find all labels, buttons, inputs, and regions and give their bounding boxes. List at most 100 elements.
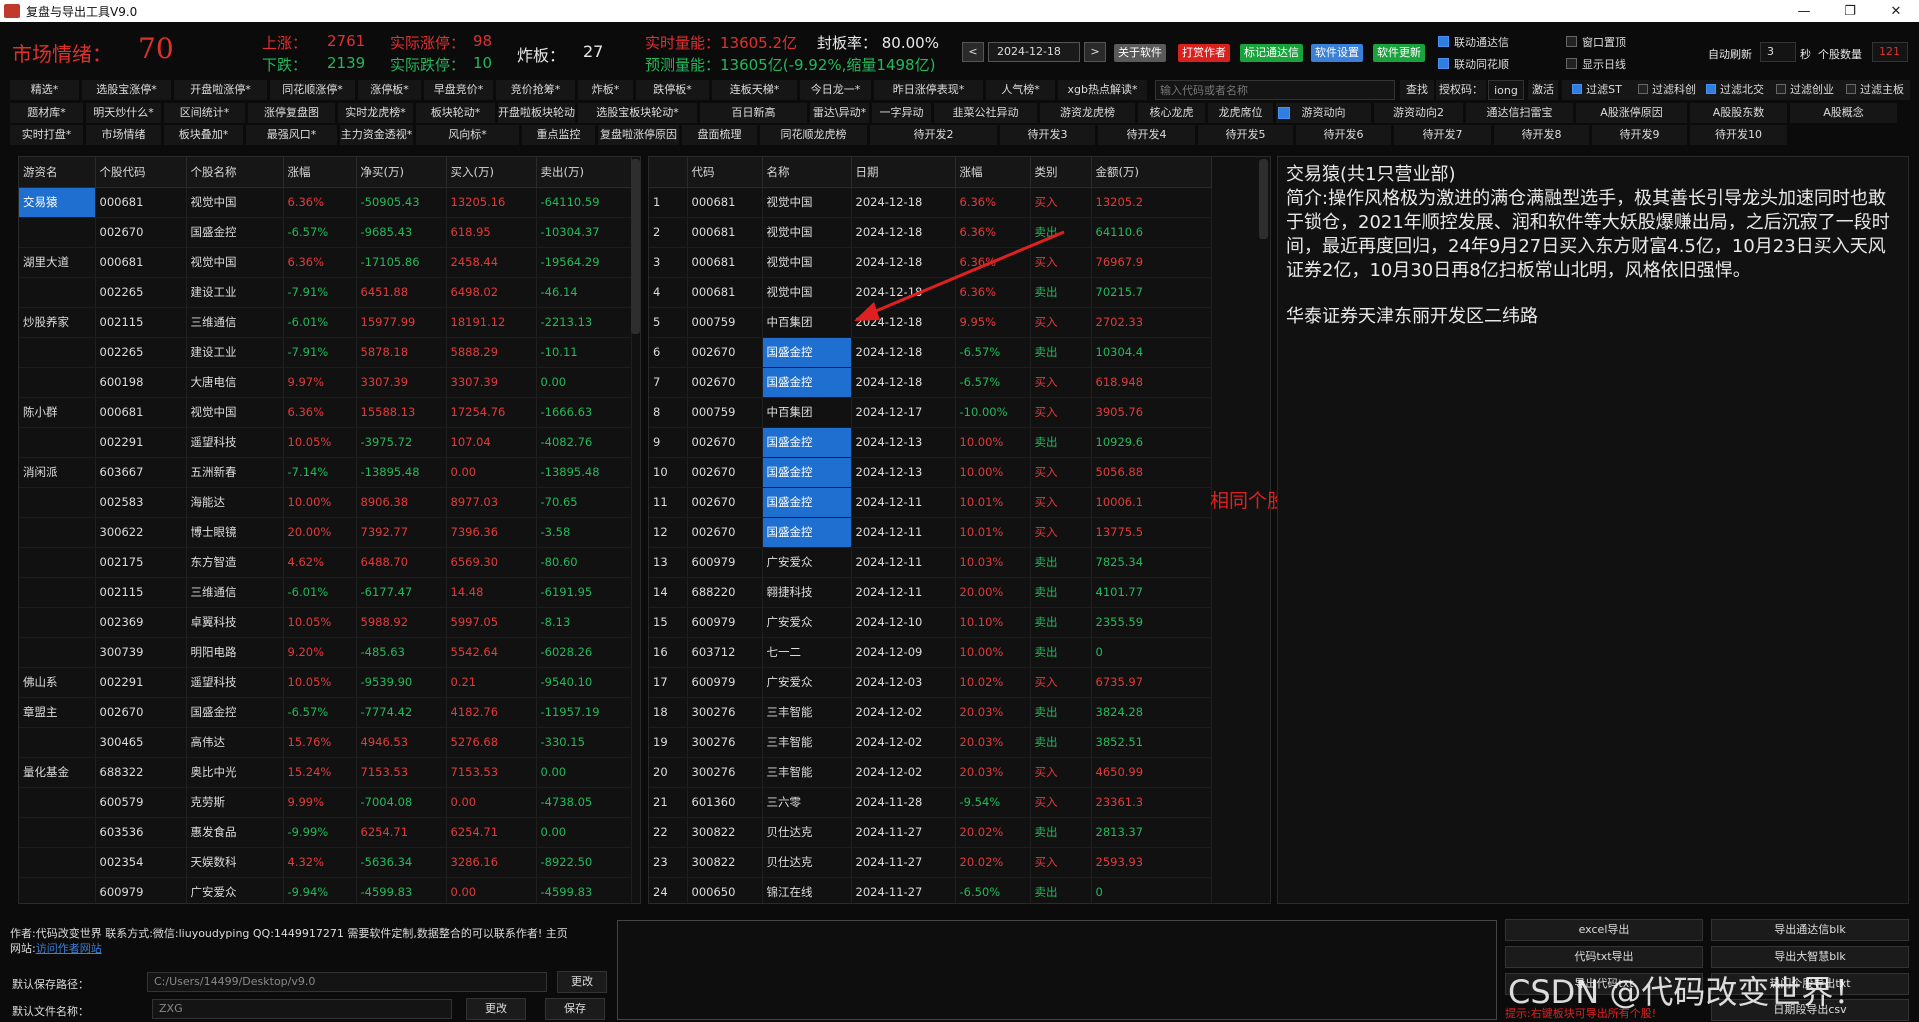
toolbar-row3-button-5[interactable]: 风向标* xyxy=(416,125,519,145)
column-header[interactable]: 类别 xyxy=(1030,157,1092,188)
column-header[interactable]: 涨幅 xyxy=(283,157,357,188)
table-row[interactable]: 15 600979 广安爱众 2024-12-10 10.10% 卖出 2355.59 xyxy=(649,607,1212,638)
toolbar-row1-button-7[interactable]: 炸板* xyxy=(578,80,633,100)
toolbar-row1-button-1[interactable]: 选股宝涨停* xyxy=(82,80,171,100)
vertical-scrollbar[interactable] xyxy=(631,159,640,334)
toolbar-row3-button-3[interactable]: 最强风口* xyxy=(246,125,337,145)
log-output-box[interactable] xyxy=(617,920,1497,1020)
minimize-button[interactable]: — xyxy=(1781,4,1827,19)
toolbar-row2-button-12[interactable]: 游资龙虎榜 xyxy=(1040,103,1135,123)
toolbar-row1-button-6[interactable]: 竞价抢筹* xyxy=(496,80,575,100)
toolbar-row1-button-0[interactable]: 精选* xyxy=(10,80,79,100)
toolbar-row2-button-10[interactable]: 一字异动 xyxy=(872,103,931,123)
table-row[interactable]: 002175 东方智造 4.62% 6488.70 6569.30 -80.60 xyxy=(19,547,632,578)
toolbar-row3-button-2[interactable]: 板块叠加* xyxy=(164,125,243,145)
table-row[interactable]: 002291 遥望科技 10.05% -3975.72 107.04 -4082.76 xyxy=(19,427,632,458)
table-row[interactable]: 002583 海能达 10.00% 8906.38 8977.03 -70.65 xyxy=(19,487,632,518)
toolbar-row2-button-2[interactable]: 区间统计* xyxy=(164,103,245,123)
table-row[interactable]: 600198 大唐电信 9.97% 3307.39 3307.39 0.00 xyxy=(19,367,632,398)
window-top-checkbox[interactable]: 窗口置顶 xyxy=(1566,34,1626,50)
change-name-button[interactable]: 更改 xyxy=(466,998,526,1020)
column-header[interactable]: 名称 xyxy=(762,157,852,188)
table-row[interactable]: 湖里大道 000681 视觉中国 6.36% -17105.86 2458.44 -1956… xyxy=(19,247,632,278)
table-row[interactable]: 22 300822 贝仕达克 2024-11-27 20.02% 卖出 2813.37 xyxy=(649,817,1212,848)
filter-checkbox-0[interactable]: 过滤ST xyxy=(1562,80,1632,100)
toolbar-row2-button-7[interactable]: 选股宝板块轮动* xyxy=(578,103,697,123)
about-button[interactable]: 关于软件 xyxy=(1114,44,1166,62)
toolbar-row2-button-8[interactable]: 百日新高 xyxy=(700,103,807,123)
link-ths-checkbox[interactable]: 联动同花顺 xyxy=(1438,56,1509,72)
auto-refresh-input[interactable]: 3 xyxy=(1760,42,1796,62)
toolbar-row2-button-3[interactable]: 涨停复盘图 xyxy=(248,103,335,123)
excel-export-button[interactable]: excel导出 xyxy=(1505,919,1703,941)
toolbar-row2-button-6[interactable]: 开盘啦板块轮动 xyxy=(498,103,575,123)
link-tdx-checkbox[interactable]: 联动通达信 xyxy=(1438,34,1509,50)
maximize-button[interactable]: ❐ xyxy=(1827,4,1873,19)
tdx-blk-export-button[interactable]: 导出通达信blk xyxy=(1711,919,1909,941)
table-row[interactable]: 8 000759 中百集团 2024-12-17 -10.00% 买入 3905.76 xyxy=(649,397,1212,428)
toolbar-row2-button-5[interactable]: 板块轮动* xyxy=(416,103,495,123)
toolbar-row1-button-10[interactable]: 今日龙一* xyxy=(800,80,871,100)
table-row[interactable]: 7 002670 国盛金控 2024-12-18 -6.57% 买入 618.948 xyxy=(649,367,1212,398)
table-row[interactable]: 陈小群 000681 视觉中国 6.36% 15588.13 17254.76 -1666.… xyxy=(19,397,632,428)
prev-date-button[interactable]: < xyxy=(962,42,984,62)
toolbar-row3-button-10[interactable]: 待开发2 xyxy=(870,125,997,145)
activate-button[interactable]: 激活 xyxy=(1528,80,1558,100)
table-row[interactable]: 12 002670 国盛金控 2024-12-11 10.01% 买入 13775.5 xyxy=(649,517,1212,548)
toolbar-row1-button-13[interactable]: xgb热点解读* xyxy=(1058,80,1147,100)
table-row[interactable]: 002369 卓翼科技 10.05% 5988.92 5997.05 -8.13 xyxy=(19,607,632,638)
toolbar-row1-button-8[interactable]: 跌停板* xyxy=(636,80,709,100)
toolbar-row2-button-11[interactable]: 韭菜公社异动 xyxy=(934,103,1037,123)
file-name-input[interactable]: ZXG xyxy=(152,999,452,1019)
table-row[interactable]: 章盟主 002670 国盛金控 -6.57% -7774.42 4182.76 -11957… xyxy=(19,697,632,728)
filter-checkbox-3[interactable]: 过滤创业 xyxy=(1770,80,1840,100)
toolbar-row1-button-12[interactable]: 人气榜* xyxy=(986,80,1055,100)
column-header[interactable]: 个股名称 xyxy=(186,157,284,188)
reward-button[interactable]: 打赏作者 xyxy=(1178,44,1230,62)
table-row[interactable]: 23 300822 贝仕达克 2024-11-27 20.02% 买入 2593.93 xyxy=(649,847,1212,878)
table-row[interactable]: 交易猿 000681 视觉中国 6.36% -50905.43 13205.16 -6411… xyxy=(19,187,632,218)
table-row[interactable]: 6 002670 国盛金控 2024-12-18 -6.57% 卖出 10304.4 xyxy=(649,337,1212,368)
table-row[interactable]: 002670 国盛金控 -6.57% -9685.43 618.95 -10304.37 xyxy=(19,217,632,248)
table-row[interactable]: 17 600979 广安爱众 2024-12-03 10.02% 买入 6735.97 xyxy=(649,667,1212,698)
column-header[interactable]: 净买(万) xyxy=(356,157,447,188)
column-header[interactable]: 买入(万) xyxy=(446,157,537,188)
toolbar-row3-button-0[interactable]: 实时打盘* xyxy=(10,125,83,145)
vertical-scrollbar[interactable] xyxy=(1259,159,1268,239)
column-header[interactable]: 涨幅 xyxy=(955,157,1031,188)
table-row[interactable]: 11 002670 国盛金控 2024-12-11 10.01% 买入 10006.1 xyxy=(649,487,1212,518)
toolbar-row3-button-9[interactable]: 同花顺龙虎榜 xyxy=(760,125,867,145)
table-row[interactable]: 21 601360 三六零 2024-11-28 -9.54% 买入 23361.3 xyxy=(649,787,1212,818)
toolbar-row3-button-15[interactable]: 待开发7 xyxy=(1394,125,1491,145)
show-daily-checkbox[interactable]: 显示日线 xyxy=(1566,56,1626,72)
toolbar-row2-button-4[interactable]: 实时龙虎榜* xyxy=(338,103,413,123)
toolbar-row3-button-1[interactable]: 市场情绪 xyxy=(86,125,161,145)
toolbar-row2-button-15[interactable]: 游资动向 xyxy=(1276,103,1371,123)
column-header[interactable]: 金额(万) xyxy=(1091,157,1212,188)
table-row[interactable]: 14 688220 翱捷科技 2024-12-11 20.00% 卖出 4101.77 xyxy=(649,577,1212,608)
table-row[interactable]: 10 002670 国盛金控 2024-12-13 10.00% 买入 5056.88 xyxy=(649,457,1212,488)
next-date-button[interactable]: > xyxy=(1084,42,1106,62)
auth-input[interactable]: iong xyxy=(1488,80,1524,100)
table-row[interactable]: 20 300276 三丰智能 2024-12-02 20.03% 买入 4650.99 xyxy=(649,757,1212,788)
filter-checkbox-4[interactable]: 过滤主板 xyxy=(1840,80,1910,100)
table-row[interactable]: 300465 高伟达 15.76% 4946.53 5276.68 -330.15 xyxy=(19,727,632,758)
table-row[interactable]: 16 603712 七一二 2024-12-09 10.00% 卖出 0 xyxy=(649,637,1212,668)
table-row[interactable]: 18 300276 三丰智能 2024-12-02 20.03% 卖出 3824.28 xyxy=(649,697,1212,728)
toolbar-row1-button-3[interactable]: 同花顺涨停* xyxy=(270,80,355,100)
toolbar-row2-button-9[interactable]: 雷达\异动* xyxy=(810,103,869,123)
toolbar-row3-button-11[interactable]: 待开发3 xyxy=(1000,125,1095,145)
search-input[interactable]: 输入代码或者名称 xyxy=(1155,80,1395,100)
table-row[interactable]: 炒股养家 002115 三维通信 -6.01% 15977.99 18191.12 -221… xyxy=(19,307,632,338)
author-site-link[interactable]: 访问作者网站 xyxy=(36,942,102,955)
column-header[interactable]: 卖出(万) xyxy=(536,157,632,188)
table-row[interactable]: 300622 博士眼镜 20.00% 7392.77 7396.36 -3.58 xyxy=(19,517,632,548)
table-row[interactable]: 13 600979 广安爱众 2024-12-11 10.03% 卖出 7825.34 xyxy=(649,547,1212,578)
table-row[interactable]: 9 002670 国盛金控 2024-12-13 10.00% 卖出 10929.6 xyxy=(649,427,1212,458)
toolbar-row3-button-14[interactable]: 待开发6 xyxy=(1296,125,1391,145)
youzi-dynamic-checkbox[interactable] xyxy=(1278,107,1290,119)
search-button[interactable]: 查找 xyxy=(1400,80,1434,100)
filter-checkbox-2[interactable]: 过滤北交 xyxy=(1700,80,1770,100)
toolbar-row2-button-17[interactable]: 通达信扫雷宝 xyxy=(1466,103,1573,123)
mark-tdx-button[interactable]: 标记通达信 xyxy=(1240,44,1303,62)
